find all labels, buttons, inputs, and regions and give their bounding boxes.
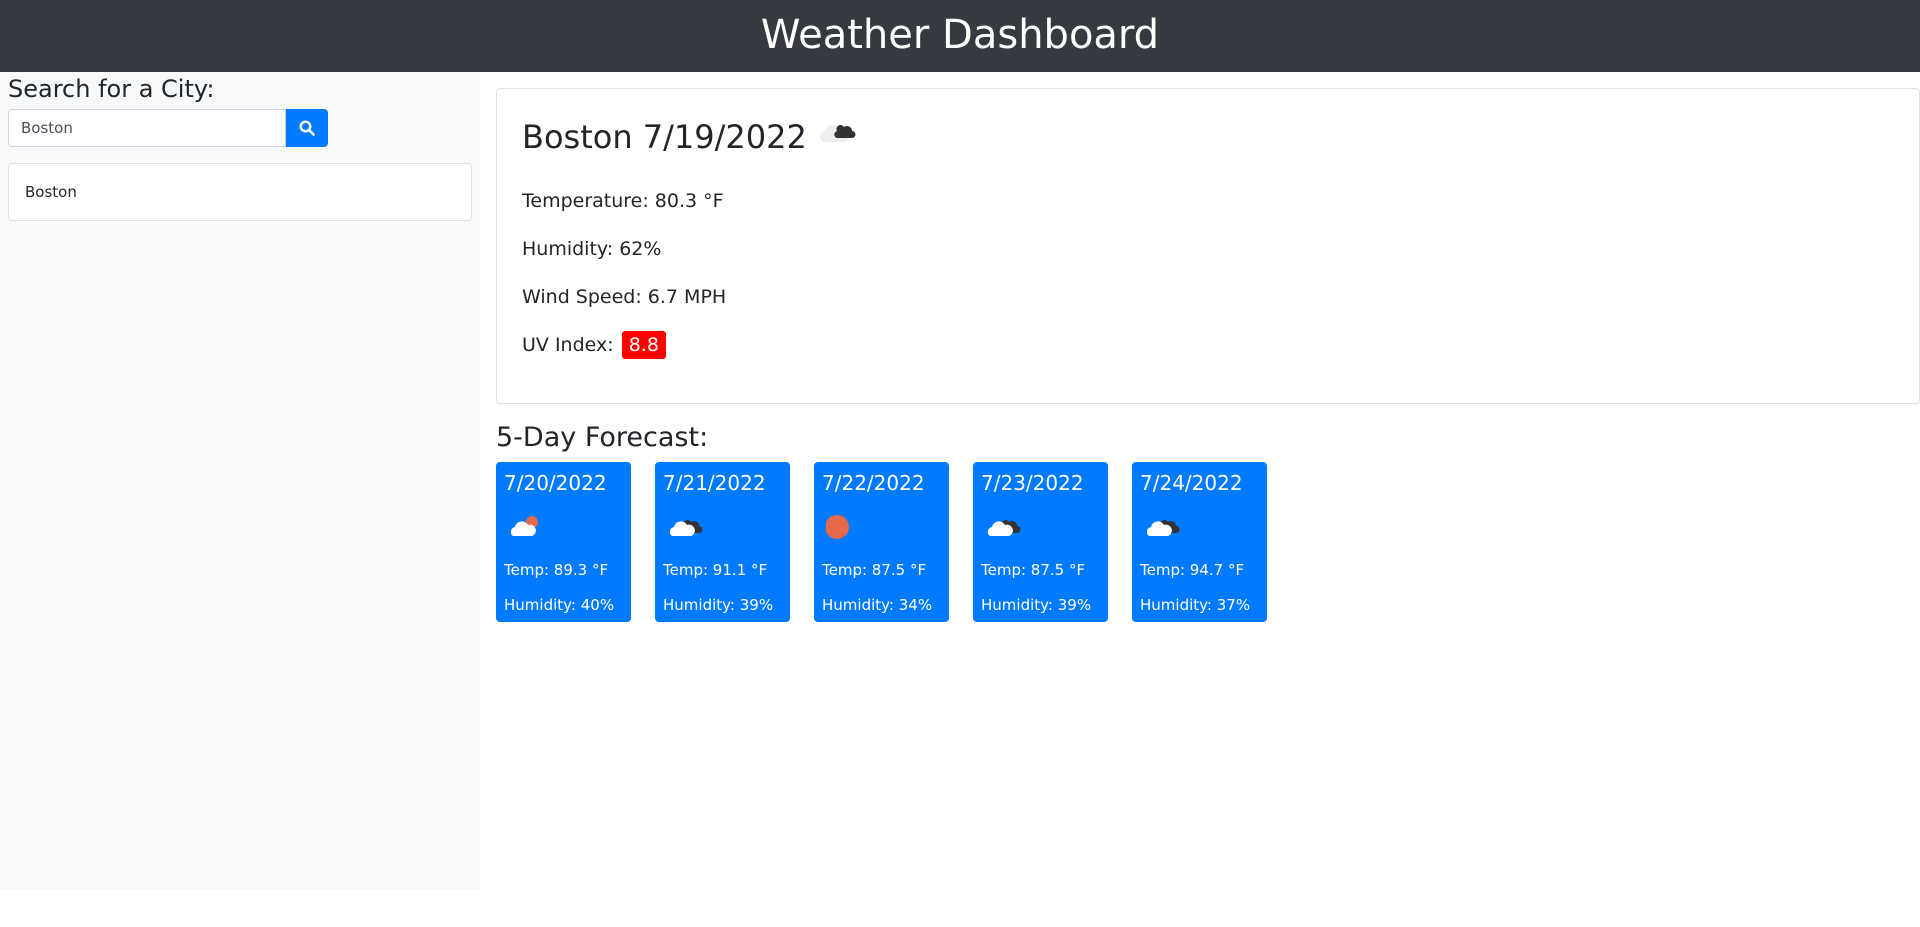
- history-item-boston[interactable]: Boston: [8, 163, 472, 221]
- forecast-card: 7/20/2022 Temp: 89.3 °F Humidity: 40%: [496, 462, 631, 622]
- forecast-date: 7/23/2022: [981, 471, 1084, 495]
- page-title: Weather Dashboard: [760, 12, 1160, 58]
- city-date: Boston 7/19/2022: [522, 118, 807, 156]
- current-temperature: Temperature: 80.3 °F: [522, 190, 724, 212]
- current-wind-speed: Wind Speed: 6.7 MPH: [522, 286, 727, 308]
- layout: Search for a City: Boston Boston 7/19/20…: [0, 72, 1920, 889]
- uv-badge: 8.8: [621, 331, 666, 359]
- forecast-temp: Temp: 89.3 °F: [504, 561, 609, 579]
- forecast-temp: Temp: 87.5 °F: [822, 561, 927, 579]
- forecast-temp: Temp: 91.1 °F: [663, 561, 768, 579]
- current-uv-index: UV Index: 8.8: [522, 331, 666, 359]
- forecast-humidity: Humidity: 39%: [663, 596, 774, 614]
- forecast-card: 7/23/2022 Temp: 87.5 °F Humidity: 39%: [973, 462, 1108, 622]
- forecast-card: 7/22/2022 Temp: 87.5 °F Humidity: 34%: [814, 462, 949, 622]
- forecast-humidity: Humidity: 37%: [1140, 596, 1251, 614]
- broken-clouds-icon: [985, 514, 1021, 544]
- forecast-date: 7/24/2022: [1140, 471, 1243, 495]
- forecast-row: 7/20/2022 Temp: 89.3 °F Humidity: 40% 7/…: [496, 462, 1291, 622]
- clear-sky-icon: [825, 514, 862, 544]
- forecast-date: 7/22/2022: [822, 471, 925, 495]
- few-clouds-icon: [508, 514, 544, 544]
- forecast-temp: Temp: 94.7 °F: [1140, 561, 1245, 579]
- city-search-input[interactable]: [8, 109, 286, 147]
- broken-clouds-icon: [667, 514, 703, 544]
- search-button[interactable]: [286, 109, 328, 147]
- uv-label: UV Index:: [522, 334, 614, 356]
- search-icon: [299, 120, 315, 136]
- search-form: [8, 109, 328, 147]
- forecast-humidity: Humidity: 40%: [504, 596, 615, 614]
- main-content: Boston 7/19/2022 Temperature: 80.3 °F Hu…: [480, 72, 1920, 889]
- current-weather-title: Boston 7/19/2022: [522, 113, 859, 161]
- forecast-humidity: Humidity: 34%: [822, 596, 933, 614]
- page-header: Weather Dashboard: [0, 0, 1920, 72]
- forecast-humidity: Humidity: 39%: [981, 596, 1092, 614]
- current-weather-card: Boston 7/19/2022 Temperature: 80.3 °F Hu…: [496, 88, 1920, 404]
- forecast-card: 7/21/2022 Temp: 91.1 °F Humidity: 39%: [655, 462, 790, 622]
- search-history: Boston: [8, 163, 472, 221]
- search-title: Search for a City:: [8, 75, 215, 103]
- forecast-card: 7/24/2022 Temp: 94.7 °F Humidity: 37%: [1132, 462, 1267, 622]
- forecast-temp: Temp: 87.5 °F: [981, 561, 1086, 579]
- broken-clouds-icon: [1144, 514, 1180, 544]
- forecast-title: 5-Day Forecast:: [496, 422, 709, 453]
- forecast-date: 7/20/2022: [504, 471, 607, 495]
- forecast-date: 7/21/2022: [663, 471, 766, 495]
- broken-clouds-icon: [815, 113, 859, 161]
- sidebar: Search for a City: Boston: [0, 72, 480, 889]
- current-humidity: Humidity: 62%: [522, 238, 662, 260]
